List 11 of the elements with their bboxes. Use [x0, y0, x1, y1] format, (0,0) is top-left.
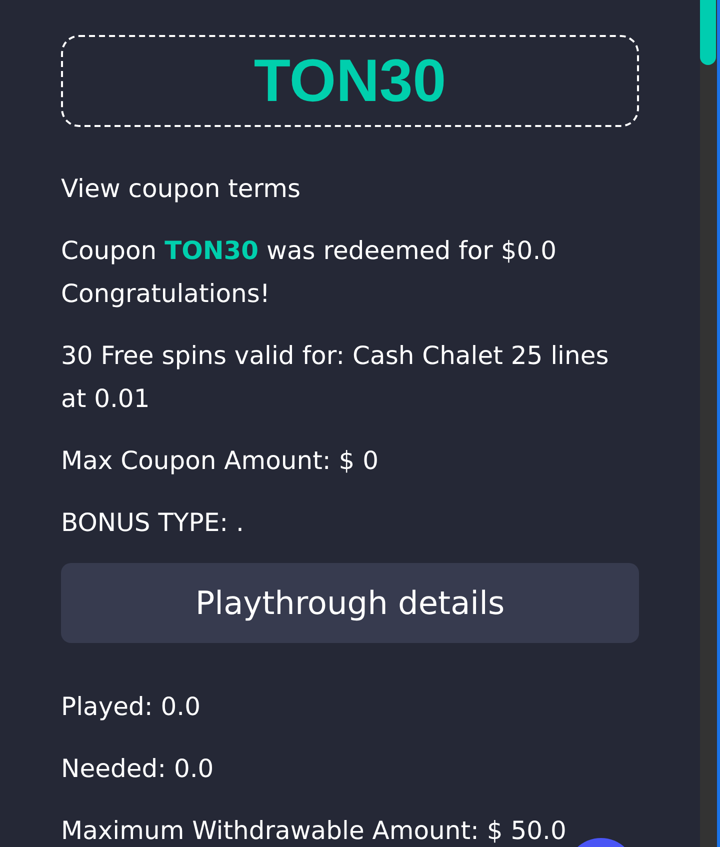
playthrough-info-text: Played: 0.0: [61, 691, 201, 723]
playthrough-info-text: Needed: 0.0: [61, 753, 214, 785]
playthrough-details-button[interactable]: Playthrough details: [61, 563, 639, 643]
scrollbar-thumb[interactable]: [700, 0, 716, 65]
coupon-info-text: BONUS TYPE: .: [61, 507, 244, 539]
coupon-info-text: Max Coupon Amount: $ 0: [61, 445, 379, 477]
coupon-info-text: 30 Free spins valid for: Cash Chalet 25 lines at 0.01: [61, 340, 610, 415]
coupon-terms-link[interactable]: View coupon terms: [61, 174, 301, 203]
playthrough-info-text: Maximum Withdrawable Amount: $ 50.0: [61, 815, 566, 847]
coupon-code: TON30: [254, 51, 446, 111]
coupon-info-text: Coupon TON30 was redeemed for $0.0 Congratulations!: [61, 235, 558, 310]
